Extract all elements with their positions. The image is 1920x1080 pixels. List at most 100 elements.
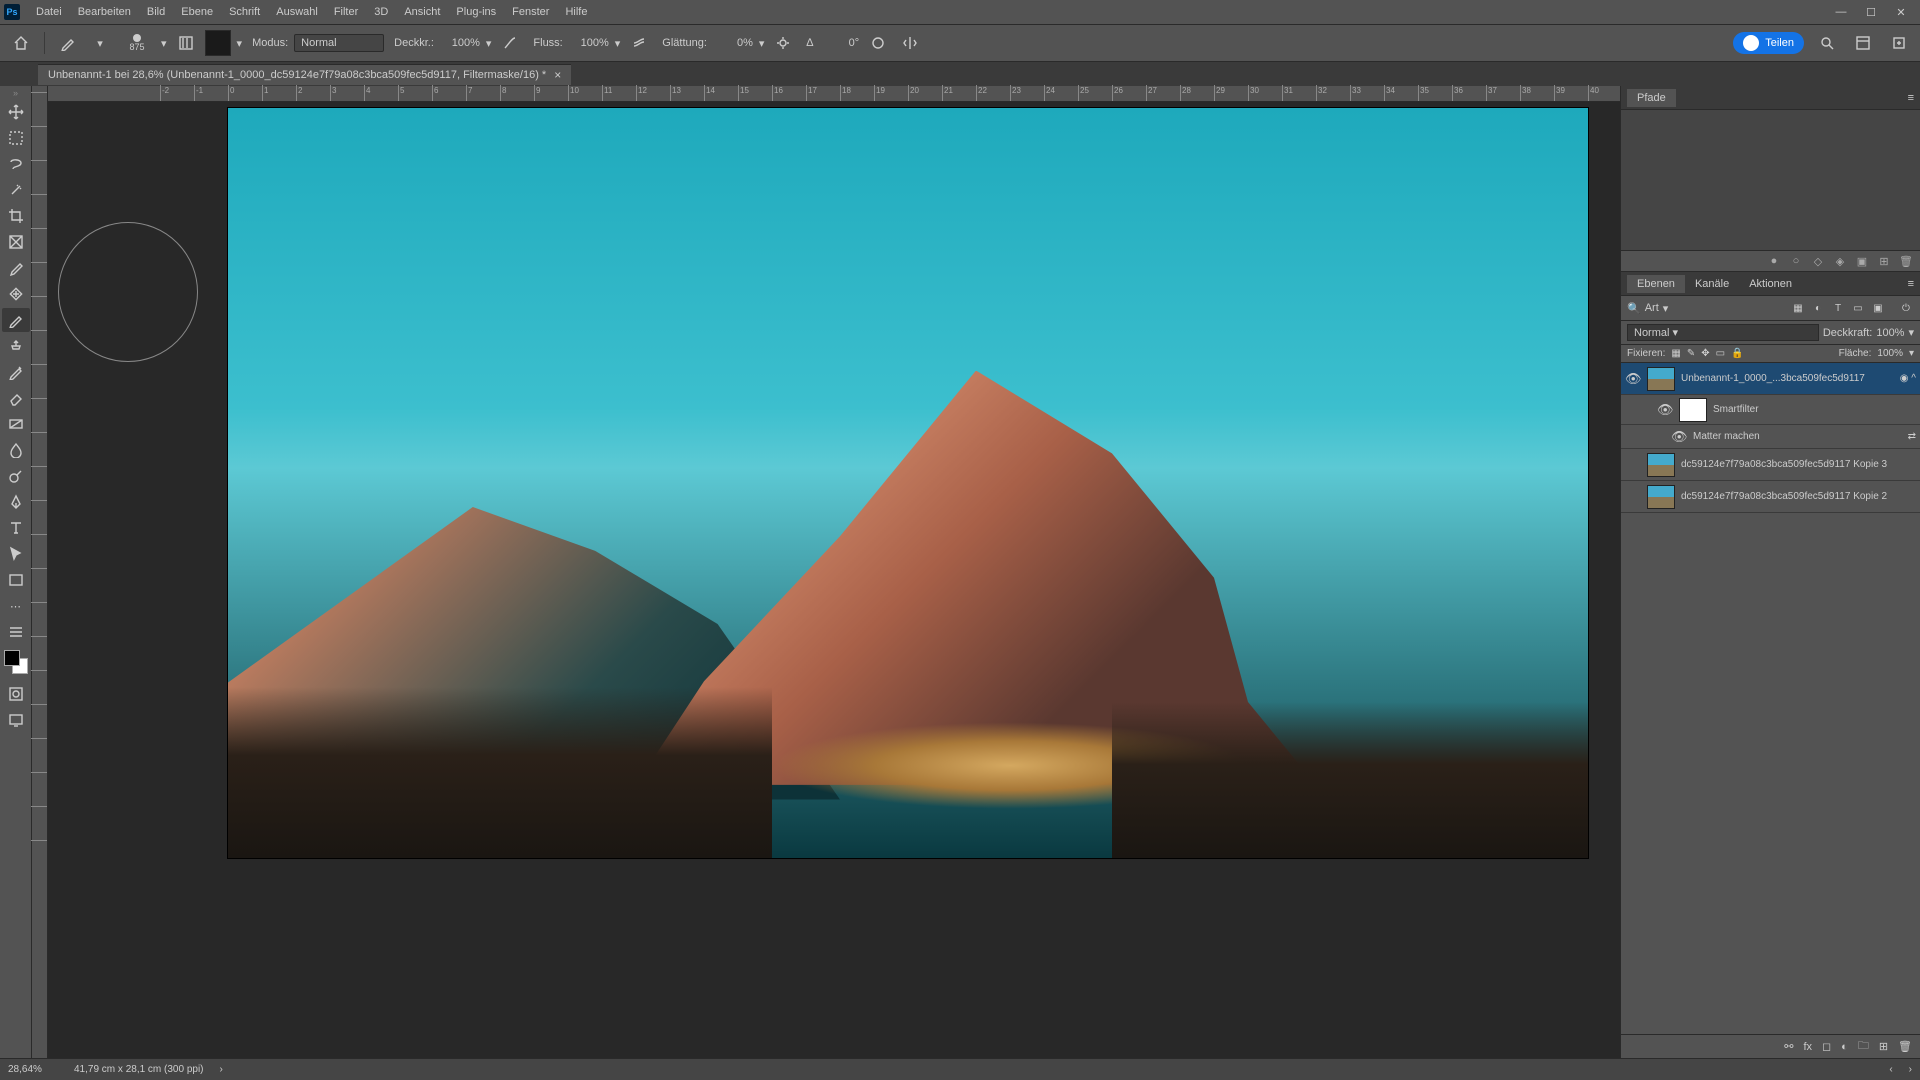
crop-tool[interactable]: [2, 204, 30, 228]
menu-auswahl[interactable]: Auswahl: [268, 0, 326, 24]
fill-value[interactable]: 100%: [1877, 348, 1903, 359]
layers-tab[interactable]: Ebenen: [1627, 275, 1685, 293]
brush-panel-button[interactable]: [173, 30, 199, 56]
menu-fenster[interactable]: Fenster: [504, 0, 557, 24]
layer-name[interactable]: Unbenannt-1_0000_...3bca509fec5d9117: [1681, 373, 1894, 384]
link-layers-icon[interactable]: ⚯: [1784, 1040, 1793, 1053]
layer-visibility-icon[interactable]: 👁: [1671, 429, 1687, 445]
layer-name[interactable]: dc59124e7f79a08c3bca509fec5d9117 Kopie 3: [1681, 459, 1916, 470]
layer-thumbnail[interactable]: [1679, 398, 1707, 422]
export-button[interactable]: [1886, 30, 1912, 56]
menu-hilfe[interactable]: Hilfe: [557, 0, 595, 24]
blend-mode-dropdown[interactable]: Normal: [294, 34, 384, 52]
layer-thumbnail[interactable]: [1647, 453, 1675, 477]
layer-visibility-icon[interactable]: 👁: [1657, 402, 1673, 418]
filter-adjustment-icon[interactable]: ◐: [1810, 300, 1826, 316]
layer-thumbnail[interactable]: [1647, 367, 1675, 391]
gradient-tool[interactable]: [2, 412, 30, 436]
flow-value[interactable]: 100%: [569, 37, 609, 49]
canvas-image[interactable]: [228, 108, 1588, 858]
menu-ebene[interactable]: Ebene: [173, 0, 221, 24]
actions-tab[interactable]: Aktionen: [1739, 275, 1802, 293]
lock-pixels-icon[interactable]: ▦: [1671, 348, 1680, 359]
minimize-button[interactable]: —: [1826, 0, 1856, 24]
vertical-ruler[interactable]: [32, 86, 48, 1058]
layer-row[interactable]: dc59124e7f79a08c3bca509fec5d9117 Kopie 3: [1621, 449, 1920, 481]
clone-stamp-tool[interactable]: [2, 334, 30, 358]
smartfilter-toggle[interactable]: ⇄: [1908, 431, 1916, 442]
layer-row[interactable]: 👁Unbenannt-1_0000_...3bca509fec5d9117◉ ^: [1621, 363, 1920, 395]
panel-menu-icon[interactable]: ≡: [1908, 92, 1914, 104]
menu-datei[interactable]: Datei: [28, 0, 70, 24]
marquee-tool[interactable]: [2, 126, 30, 150]
menu-filter[interactable]: Filter: [326, 0, 366, 24]
frame-tool[interactable]: [2, 230, 30, 254]
color-swatch[interactable]: [205, 30, 231, 56]
dodge-tool[interactable]: [2, 464, 30, 488]
lock-all-icon[interactable]: 🔒: [1731, 348, 1743, 359]
lock-brush-icon[interactable]: ✎: [1687, 348, 1695, 359]
magic-wand-tool[interactable]: [2, 178, 30, 202]
delete-path-icon[interactable]: 🗑: [1900, 255, 1912, 267]
layer-thumbnail[interactable]: [1647, 485, 1675, 509]
filter-pixel-icon[interactable]: ▦: [1790, 300, 1806, 316]
group-layers-icon[interactable]: 🗀: [1858, 1037, 1869, 1056]
menu-schrift[interactable]: Schrift: [221, 0, 268, 24]
filter-smart-icon[interactable]: ▣: [1870, 300, 1886, 316]
smoothing-options-button[interactable]: [770, 30, 796, 56]
expand-rail[interactable]: »: [13, 88, 18, 98]
scroll-left[interactable]: ‹: [1889, 1064, 1892, 1075]
filter-type-icon[interactable]: T: [1830, 300, 1846, 316]
layer-kind-filter[interactable]: 🔍 Art ▾: [1627, 302, 1668, 315]
angle-value[interactable]: 0°: [819, 37, 859, 49]
lock-artboard-icon[interactable]: ▭: [1716, 348, 1725, 359]
zoom-value[interactable]: 28,64%: [8, 1064, 58, 1075]
edit-toolbar[interactable]: [2, 620, 30, 644]
layer-name[interactable]: Matter machen: [1693, 431, 1902, 442]
maximize-button[interactable]: ☐: [1856, 0, 1886, 24]
eraser-tool[interactable]: [2, 386, 30, 410]
menu-3d[interactable]: 3D: [366, 0, 396, 24]
pressure-opacity-button[interactable]: [497, 30, 523, 56]
document-size[interactable]: 41,79 cm x 28,1 cm (300 ppi): [74, 1064, 204, 1075]
channels-tab[interactable]: Kanäle: [1685, 275, 1739, 293]
search-button[interactable]: [1814, 30, 1840, 56]
document-tab[interactable]: Unbenannt-1 bei 28,6% (Unbenannt-1_0000_…: [38, 64, 571, 85]
scroll-right[interactable]: ›: [1909, 1064, 1912, 1075]
color-swatches[interactable]: [4, 650, 28, 674]
layer-row[interactable]: 👁 Matter machen ⇄: [1621, 425, 1920, 449]
pressure-size-button[interactable]: [865, 30, 891, 56]
symmetry-button[interactable]: [897, 30, 923, 56]
opacity-dropdown[interactable]: ▾: [486, 37, 492, 50]
brush-preview[interactable]: 875: [119, 26, 155, 60]
close-button[interactable]: ✕: [1886, 0, 1916, 24]
new-path-icon[interactable]: ⊞: [1878, 255, 1890, 267]
history-brush-tool[interactable]: [2, 360, 30, 384]
quick-mask-tool[interactable]: [2, 682, 30, 706]
opacity-value[interactable]: 100%: [440, 37, 480, 49]
home-button[interactable]: [8, 30, 34, 56]
more-tools[interactable]: ⋯: [2, 594, 30, 618]
smoothing-value[interactable]: 0%: [713, 37, 753, 49]
pen-tool[interactable]: [2, 490, 30, 514]
eyedropper-tool[interactable]: [2, 256, 30, 280]
layer-filter-indicator[interactable]: ◉ ^: [1900, 373, 1916, 384]
layer-blend-mode[interactable]: Normal ▾: [1627, 324, 1819, 341]
horizontal-ruler[interactable]: -2-1012345678910111213141516171819202122…: [48, 86, 1620, 102]
menu-plug-ins[interactable]: Plug-ins: [448, 0, 504, 24]
layer-opacity-dropdown[interactable]: ▾: [1908, 326, 1914, 339]
menu-ansicht[interactable]: Ansicht: [396, 0, 448, 24]
workspace-button[interactable]: [1850, 30, 1876, 56]
brush-preview-dropdown[interactable]: ▾: [161, 37, 167, 50]
current-tool-icon[interactable]: [55, 30, 81, 56]
layer-name[interactable]: dc59124e7f79a08c3bca509fec5d9117 Kopie 2: [1681, 491, 1916, 502]
layer-row[interactable]: 👁Smartfilter: [1621, 395, 1920, 425]
paths-tab[interactable]: Pfade: [1627, 89, 1676, 107]
fill-dropdown[interactable]: ▾: [1909, 348, 1914, 359]
tool-preset-dropdown[interactable]: ▾: [87, 30, 113, 56]
status-caret[interactable]: ›: [220, 1064, 223, 1075]
screen-mode-tool[interactable]: [2, 708, 30, 732]
layers-panel-menu[interactable]: ≡: [1908, 278, 1914, 290]
adjustment-layer-icon[interactable]: ◐: [1841, 1041, 1848, 1053]
work-path-icon[interactable]: ◈: [1834, 255, 1846, 267]
